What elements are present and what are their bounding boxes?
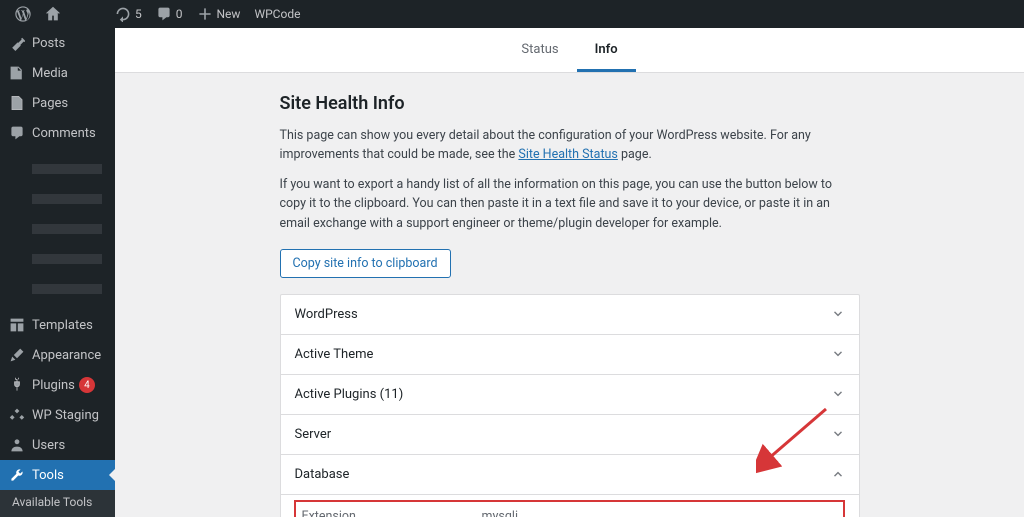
page-icon xyxy=(8,94,26,112)
sidebar-item-plugins[interactable]: Plugins 4 xyxy=(0,370,115,400)
sidebar-item-comments[interactable]: Comments xyxy=(0,118,115,148)
row-key: Extension xyxy=(295,501,475,517)
blank-icon xyxy=(8,190,26,208)
admin-sidebar: Posts Media Pages Comments Templates Appeara… xyxy=(0,28,115,517)
wrench-icon xyxy=(8,466,26,484)
chevron-down-icon xyxy=(831,427,845,441)
wpcode-bar[interactable]: WPCode xyxy=(247,0,307,28)
layout-icon xyxy=(8,316,26,334)
sidebar-item-posts[interactable]: Posts xyxy=(0,28,115,58)
sidebar-item-label: WP Staging xyxy=(32,408,99,423)
blank-icon xyxy=(8,280,26,298)
intro-paragraph-1: This page can show you every detail abou… xyxy=(280,126,860,165)
panel-title: WordPress xyxy=(295,307,358,322)
page-title: Site Health Info xyxy=(280,93,860,114)
sidebar-item-label xyxy=(32,254,102,264)
sidebar-item-label: Posts xyxy=(32,36,65,51)
wpcode-label: WPCode xyxy=(254,7,300,21)
new-label: New xyxy=(217,7,241,21)
comments-bar-count: 0 xyxy=(176,7,183,21)
site-health-status-link[interactable]: Site Health Status xyxy=(518,147,617,162)
plug-icon xyxy=(8,376,26,394)
chevron-down-icon xyxy=(831,307,845,321)
updates-count: 5 xyxy=(135,7,142,21)
sidebar-item-blank[interactable] xyxy=(0,244,115,274)
sidebar-item-wp-staging[interactable]: WP Staging xyxy=(0,400,115,430)
panel-title: Active Plugins (11) xyxy=(295,387,404,402)
site-health-tabs: Status Info xyxy=(115,28,1024,73)
admin-bar: 5 0 New WPCode xyxy=(0,0,1024,28)
media-icon xyxy=(8,64,26,82)
sidebar-item-appearance[interactable]: Appearance xyxy=(0,340,115,370)
sidebar-item-label: Appearance xyxy=(32,348,101,363)
blank-icon xyxy=(8,220,26,238)
sidebar-item-tools[interactable]: Tools xyxy=(0,460,115,490)
sidebar-item-label xyxy=(32,284,102,294)
sidebar-item-media[interactable]: Media xyxy=(0,58,115,88)
update-badge: 4 xyxy=(79,377,95,393)
comments-bar[interactable]: 0 xyxy=(149,0,190,28)
updates[interactable]: 5 xyxy=(108,0,149,28)
sidebar-item-label: Comments xyxy=(32,126,96,141)
tab-status[interactable]: Status xyxy=(503,28,576,72)
sidebar-item-label: Tools xyxy=(32,468,64,483)
sidebar-item-blank[interactable] xyxy=(0,274,115,304)
sidebar-item-blank[interactable] xyxy=(0,214,115,244)
sidebar-item-label: Templates xyxy=(32,318,93,333)
row-value: mysqli xyxy=(475,501,844,517)
submenu-label: Available Tools xyxy=(12,495,92,509)
sidebar-item-label: Media xyxy=(32,66,68,81)
pin-icon xyxy=(8,34,26,52)
chevron-down-icon xyxy=(831,387,845,401)
sidebar-item-label xyxy=(32,164,102,174)
main-content: Status Info Site Health Info This page c… xyxy=(115,28,1024,517)
sidebar-item-pages[interactable]: Pages xyxy=(0,88,115,118)
info-panel-list: WordPress Active Theme Active Plugins (11)… xyxy=(280,294,860,517)
sidebar-item-label: Users xyxy=(32,438,65,453)
sidebar-item-label xyxy=(32,224,102,234)
wordpress-icon xyxy=(15,6,31,22)
sidebar-item-templates[interactable]: Templates xyxy=(0,310,115,340)
intro-paragraph-2: If you want to export a handy list of al… xyxy=(280,175,860,233)
site-home[interactable] xyxy=(38,0,72,28)
database-table: ExtensionmysqliServer version10.11.7-Mar… xyxy=(295,501,845,517)
comment-icon xyxy=(156,6,172,22)
refresh-icon xyxy=(115,6,131,22)
home-icon xyxy=(45,6,61,22)
copy-site-info-button[interactable]: Copy site info to clipboard xyxy=(280,249,451,278)
submenu-available-tools[interactable]: Available Tools xyxy=(0,490,115,514)
panel-body-database: ExtensionmysqliServer version10.11.7-Mar… xyxy=(281,494,859,517)
sidebar-item-blank[interactable] xyxy=(0,154,115,184)
panel-active[interactable]: Active Theme xyxy=(281,334,859,374)
stage-icon xyxy=(8,406,26,424)
sidebar-item-label: Plugins xyxy=(32,378,75,393)
table-row: Extensionmysqli xyxy=(295,501,844,517)
brush-icon xyxy=(8,346,26,364)
new-content[interactable]: New xyxy=(190,0,248,28)
panel-server[interactable]: Server xyxy=(281,414,859,454)
sidebar-item-blank[interactable] xyxy=(0,184,115,214)
comment-icon xyxy=(8,124,26,142)
wp-logo[interactable] xyxy=(8,0,38,28)
panel-database[interactable]: Database xyxy=(281,454,859,494)
panel-active[interactable]: Active Plugins (11) xyxy=(281,374,859,414)
panel-title: Database xyxy=(295,467,350,482)
panel-title: Active Theme xyxy=(295,347,374,362)
tools-submenu: Available ToolsImportExportSite Health 1… xyxy=(0,490,115,517)
chevron-down-icon xyxy=(831,347,845,361)
blank-icon xyxy=(8,250,26,268)
blank-icon xyxy=(8,160,26,178)
tab-info[interactable]: Info xyxy=(577,28,636,72)
panel-wordpress[interactable]: WordPress xyxy=(281,295,859,334)
sidebar-item-label xyxy=(32,194,102,204)
panel-title: Server xyxy=(295,427,332,442)
user-icon xyxy=(8,436,26,454)
sidebar-item-users[interactable]: Users xyxy=(0,430,115,460)
sidebar-item-label: Pages xyxy=(32,96,68,111)
plus-icon xyxy=(197,6,213,22)
chevron-up-icon xyxy=(831,467,845,481)
